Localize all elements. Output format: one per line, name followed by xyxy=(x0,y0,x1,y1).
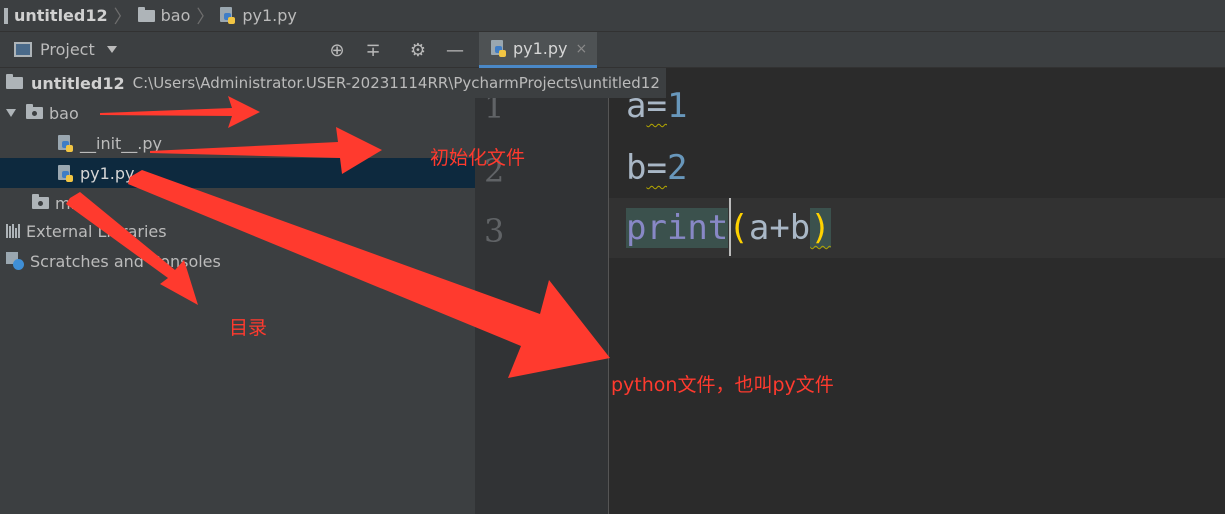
annotation-arrows xyxy=(66,96,610,378)
annotation-arrow-pyfile xyxy=(128,170,610,378)
annotation-init-file: 初始化文件 xyxy=(430,147,526,169)
annotation-arrow-directory xyxy=(66,192,198,305)
annotation-arrow-folder xyxy=(100,96,260,128)
annotation-directory: 目录 xyxy=(229,317,268,339)
annotation-python-file: python文件，也叫py文件 xyxy=(611,374,834,396)
annotation-arrow-init xyxy=(150,127,382,174)
